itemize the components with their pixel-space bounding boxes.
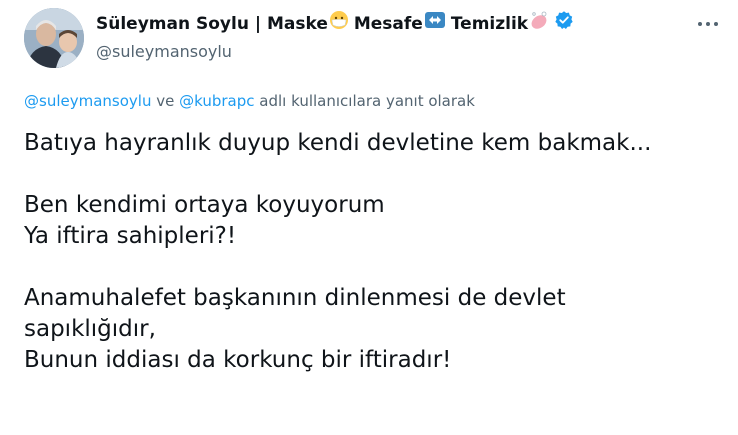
more-options-button[interactable] (694, 14, 722, 34)
tweet-line: Ben kendimi ortaya koyuyorum (24, 192, 385, 218)
display-name-text: Süleyman Soylu | Maske (96, 13, 328, 34)
tweet-line-gap (24, 159, 724, 190)
soap-emoji-icon (529, 10, 549, 37)
tweet-line: sapıklığıdır, (24, 316, 156, 342)
verified-badge-icon (554, 10, 574, 37)
tweet-line: Ya iftira sahipleri?! (24, 223, 237, 249)
display-name-mesafe: Mesafe (353, 13, 423, 34)
mask-face-emoji-icon (329, 10, 349, 37)
reply-user-link-1[interactable]: @suleymansoylu (24, 92, 151, 110)
tweet-line-gap (24, 252, 724, 283)
left-right-arrow-emoji-icon (424, 10, 446, 37)
reply-user-link-2[interactable]: @kubrapc (179, 92, 254, 110)
tweet-line: Bunun iddiası da korkunç bir iftiradır! (24, 347, 452, 373)
reply-suffix: adlı kullanıcılara yanıt olarak (259, 92, 475, 110)
tweet-line: Batıya hayranlık duyup kendi devletine k… (24, 130, 652, 156)
tweet-text: Batıya hayranlık duyup kendi devletine k… (24, 128, 724, 376)
avatar[interactable] (24, 8, 84, 68)
reply-connector: ve (156, 92, 175, 110)
display-name-temizlik: Temizlik (450, 13, 529, 34)
tweet-header: Süleyman Soylu | Maske Mesafe Temizlik @… (24, 8, 722, 68)
author-names: Süleyman Soylu | Maske Mesafe Temizlik @… (96, 10, 574, 63)
author-handle[interactable]: @suleymansoylu (96, 41, 574, 63)
tweet-line: Anamuhalefet başkanının dinlenmesi de de… (24, 285, 566, 311)
more-dots-icon (698, 22, 718, 26)
display-name[interactable]: Süleyman Soylu | Maske Mesafe Temizlik (96, 10, 574, 37)
replying-to: @suleymansoylu ve @kubrapc adlı kullanıc… (24, 92, 475, 110)
